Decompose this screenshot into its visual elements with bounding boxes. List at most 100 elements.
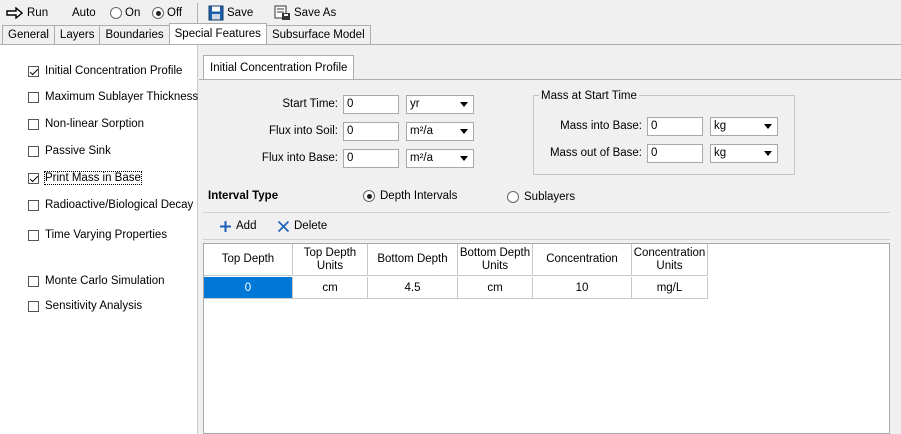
start-time-label: Start Time: bbox=[282, 98, 338, 110]
save-as-label: Save As bbox=[294, 7, 337, 19]
auto-label: Auto bbox=[72, 4, 96, 22]
checkbox-icon bbox=[28, 300, 39, 312]
delete-button[interactable]: Delete bbox=[277, 218, 327, 234]
flux-soil-unit-select[interactable]: m²/a bbox=[406, 122, 474, 141]
column-header-top-depth[interactable]: Top Depth bbox=[204, 244, 293, 276]
table-cell-bottom-depth[interactable]: 4.5 bbox=[368, 277, 458, 299]
column-header-bottom-depth[interactable]: Bottom Depth bbox=[368, 244, 458, 276]
run-label: Run bbox=[27, 7, 49, 19]
flux-base-input[interactable]: 0 bbox=[343, 149, 399, 168]
on-label: On bbox=[125, 7, 141, 19]
x-delete-icon bbox=[277, 220, 290, 232]
add-button[interactable]: Add bbox=[219, 218, 256, 234]
save-as-button[interactable]: Save As bbox=[274, 4, 336, 22]
unit-value: kg bbox=[714, 147, 727, 159]
save-label: Save bbox=[227, 7, 254, 19]
auto-text: Auto bbox=[72, 7, 96, 19]
mass-out-of-base-label: Mass out of Base: bbox=[549, 147, 642, 159]
column-header-top-depth-units[interactable]: Top Depth Units bbox=[293, 244, 368, 276]
mass-into-base-input[interactable]: 0 bbox=[647, 117, 703, 136]
radio-on-icon bbox=[110, 7, 122, 19]
tab-boundaries[interactable]: Boundaries bbox=[99, 25, 170, 44]
feature-time-varying-properties[interactable]: Time Varying Properties bbox=[28, 227, 167, 243]
delete-label: Delete bbox=[294, 220, 328, 232]
flux-base-label: Flux into Base: bbox=[261, 152, 338, 164]
checkbox-checked-icon bbox=[28, 172, 39, 184]
tab-special-features[interactable]: Special Features bbox=[168, 23, 267, 44]
mass-out-of-base-input[interactable]: 0 bbox=[647, 144, 703, 163]
chevron-down-icon bbox=[457, 98, 471, 111]
interval-type-label: Interval Type bbox=[208, 190, 279, 202]
flux-base-unit-select[interactable]: m²/a bbox=[406, 149, 474, 168]
tab-initial-concentration-profile[interactable]: Initial Concentration Profile bbox=[203, 55, 355, 79]
checkbox-icon bbox=[28, 229, 39, 241]
feature-passive-sink[interactable]: Passive Sink bbox=[28, 143, 111, 159]
feature-label: Monte Carlo Simulation bbox=[45, 275, 165, 287]
table-cell-top-depth[interactable]: 0 bbox=[204, 277, 293, 299]
feature-label: Print Mass in Base bbox=[44, 171, 142, 185]
feature-monte-carlo-simulation[interactable]: Monte Carlo Simulation bbox=[28, 273, 165, 289]
feature-label: Time Varying Properties bbox=[45, 229, 168, 241]
table-cell-concentration-units[interactable]: mg/L bbox=[632, 277, 708, 299]
plus-icon bbox=[220, 220, 231, 232]
subtab-divider bbox=[199, 79, 901, 80]
start-time-unit-select[interactable]: yr bbox=[406, 95, 474, 114]
table-cell-bottom-depth-units[interactable]: cm bbox=[458, 277, 533, 299]
checkbox-icon bbox=[28, 275, 39, 287]
feature-initial-concentration-profile[interactable]: Initial Concentration Profile bbox=[28, 63, 182, 79]
feature-maximum-sublayer-thickness[interactable]: Maximum Sublayer Thickness bbox=[28, 89, 198, 105]
auto-off-radio[interactable]: Off bbox=[152, 4, 182, 22]
chevron-down-icon bbox=[761, 147, 775, 160]
run-button[interactable]: Run bbox=[6, 4, 48, 22]
radio-selected-icon bbox=[363, 190, 375, 202]
floppy-disk-icon bbox=[208, 5, 224, 21]
chevron-down-icon bbox=[457, 125, 471, 138]
chevron-down-icon bbox=[761, 120, 775, 133]
tab-general[interactable]: General bbox=[2, 25, 55, 44]
column-header-concentration[interactable]: Concentration bbox=[533, 244, 632, 276]
table-cell-concentration[interactable]: 10 bbox=[533, 277, 632, 299]
mass-into-base-unit-select[interactable]: kg bbox=[710, 117, 778, 136]
depth-intervals-radio[interactable]: Depth Intervals bbox=[363, 190, 457, 202]
feature-print-mass-in-base[interactable]: Print Mass in Base bbox=[28, 170, 142, 186]
feature-radioactive-biological-decay[interactable]: Radioactive/Biological Decay bbox=[28, 197, 193, 213]
checkbox-icon bbox=[28, 118, 39, 130]
feature-sensitivity-analysis[interactable]: Sensitivity Analysis bbox=[28, 298, 142, 314]
depth-intervals-label: Depth Intervals bbox=[380, 190, 458, 202]
main-tabs: General Layers Boundaries Special Featur… bbox=[2, 23, 371, 44]
unit-value: yr bbox=[410, 98, 420, 110]
flux-soil-label: Flux into Soil: bbox=[268, 125, 338, 137]
checkbox-icon bbox=[28, 199, 39, 211]
feature-label: Passive Sink bbox=[45, 145, 111, 157]
chevron-down-icon bbox=[457, 152, 471, 165]
mass-out-of-base-unit-select[interactable]: kg bbox=[710, 144, 778, 163]
feature-label: Sensitivity Analysis bbox=[45, 300, 143, 312]
run-arrow-icon bbox=[6, 7, 24, 19]
feature-label: Initial Concentration Profile bbox=[45, 65, 183, 77]
toolbar-separator bbox=[197, 3, 198, 23]
column-header-concentration-units[interactable]: Concentration Units bbox=[632, 244, 708, 276]
save-as-icon bbox=[274, 5, 290, 20]
feature-label: Radioactive/Biological Decay bbox=[45, 199, 194, 211]
start-time-input[interactable]: 0 bbox=[343, 95, 399, 114]
tab-subsurface-model[interactable]: Subsurface Model bbox=[265, 25, 371, 44]
feature-non-linear-sorption[interactable]: Non-linear Sorption bbox=[28, 116, 144, 132]
unit-value: m²/a bbox=[410, 152, 433, 164]
add-label: Add bbox=[236, 220, 257, 232]
column-header-bottom-depth-units[interactable]: Bottom Depth Units bbox=[458, 244, 533, 276]
unit-value: kg bbox=[714, 120, 727, 132]
tab-layers[interactable]: Layers bbox=[53, 25, 101, 44]
save-button[interactable]: Save bbox=[208, 4, 253, 22]
unit-value: m²/a bbox=[410, 125, 433, 137]
checkbox-icon bbox=[28, 91, 39, 103]
feature-label: Maximum Sublayer Thickness bbox=[45, 91, 199, 103]
mass-group-title: Mass at Start Time bbox=[539, 90, 639, 102]
flux-soil-input[interactable]: 0 bbox=[343, 122, 399, 141]
sublayers-radio[interactable]: Sublayers bbox=[507, 191, 575, 203]
radio-icon bbox=[507, 191, 519, 203]
checkbox-checked-icon bbox=[28, 65, 39, 77]
radio-off-icon bbox=[152, 7, 164, 19]
table-cell-top-depth-units[interactable]: cm bbox=[293, 277, 368, 299]
sublayers-label: Sublayers bbox=[524, 191, 576, 203]
auto-on-radio[interactable]: On bbox=[110, 4, 140, 22]
